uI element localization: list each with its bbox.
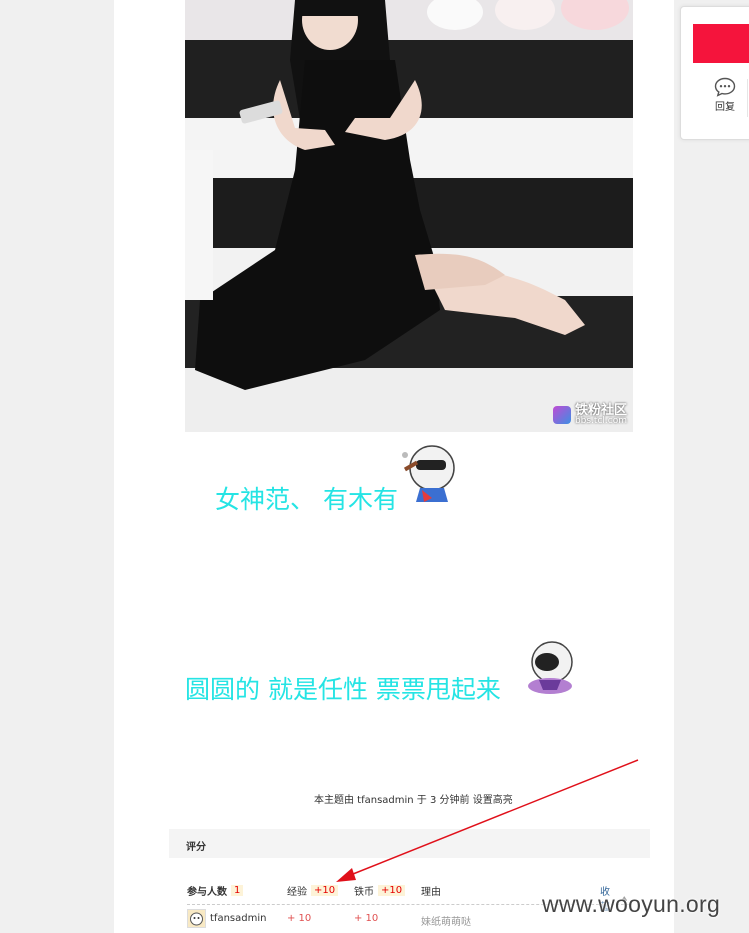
photo-watermark: 铁粉社区 bbs.tcl.com — [552, 404, 627, 426]
speech-bubble-icon — [714, 77, 736, 97]
tcl-logo-icon — [552, 406, 571, 424]
photo-illustration — [185, 0, 633, 432]
reason-label: 理由 — [421, 887, 441, 898]
rating-user-link[interactable]: tfansadmin — [210, 913, 266, 924]
coin-total: +10 — [378, 885, 406, 896]
red-action-block[interactable] — [693, 24, 749, 63]
rating-exp: + 10 — [287, 913, 312, 924]
coin-column: 铁币 +10 — [354, 883, 406, 898]
rating-coin: + 10 — [354, 913, 379, 924]
hug-mascot-icon — [525, 640, 575, 700]
participants-column: 参与人数 1 — [187, 883, 244, 898]
site-watermark: www.wooyun.org — [542, 891, 721, 917]
post-caption-2: 圆圆的 就是任性 票票甩起来 — [185, 675, 501, 704]
participants-label: 参与人数 — [187, 887, 227, 898]
rating-title: 评分 — [186, 842, 206, 853]
post-caption-1: 女神范、 有木有 — [215, 485, 398, 514]
rating-header: 评分 — [169, 829, 650, 858]
highlight-note: 本主题由 tfansadmin 于 3 分钟前 设置高亮 — [314, 795, 513, 806]
exp-total: +10 — [311, 885, 339, 896]
smoking-mascot-icon — [402, 440, 458, 510]
user-avatar[interactable] — [187, 909, 206, 928]
participants-count: 1 — [231, 885, 244, 896]
rating-reason: 妹纸萌萌哒 — [421, 917, 471, 928]
exp-column: 经验 +10 — [287, 883, 339, 898]
exp-label: 经验 — [287, 887, 307, 898]
floating-action-panel: 回复 — [680, 6, 749, 140]
post-content: 铁粉社区 bbs.tcl.com 女神范、 有木有 圆圆的 就是任性 票票甩起来… — [114, 0, 674, 933]
coin-label: 铁币 — [354, 887, 374, 898]
watermark-url: bbs.tcl.com — [574, 416, 627, 426]
reason-column: 理由 — [421, 883, 441, 898]
reply-button[interactable]: 回复 — [707, 77, 743, 117]
panel-divider — [747, 79, 748, 117]
reply-label: 回复 — [715, 102, 735, 113]
post-photo[interactable]: 铁粉社区 bbs.tcl.com — [185, 0, 633, 432]
